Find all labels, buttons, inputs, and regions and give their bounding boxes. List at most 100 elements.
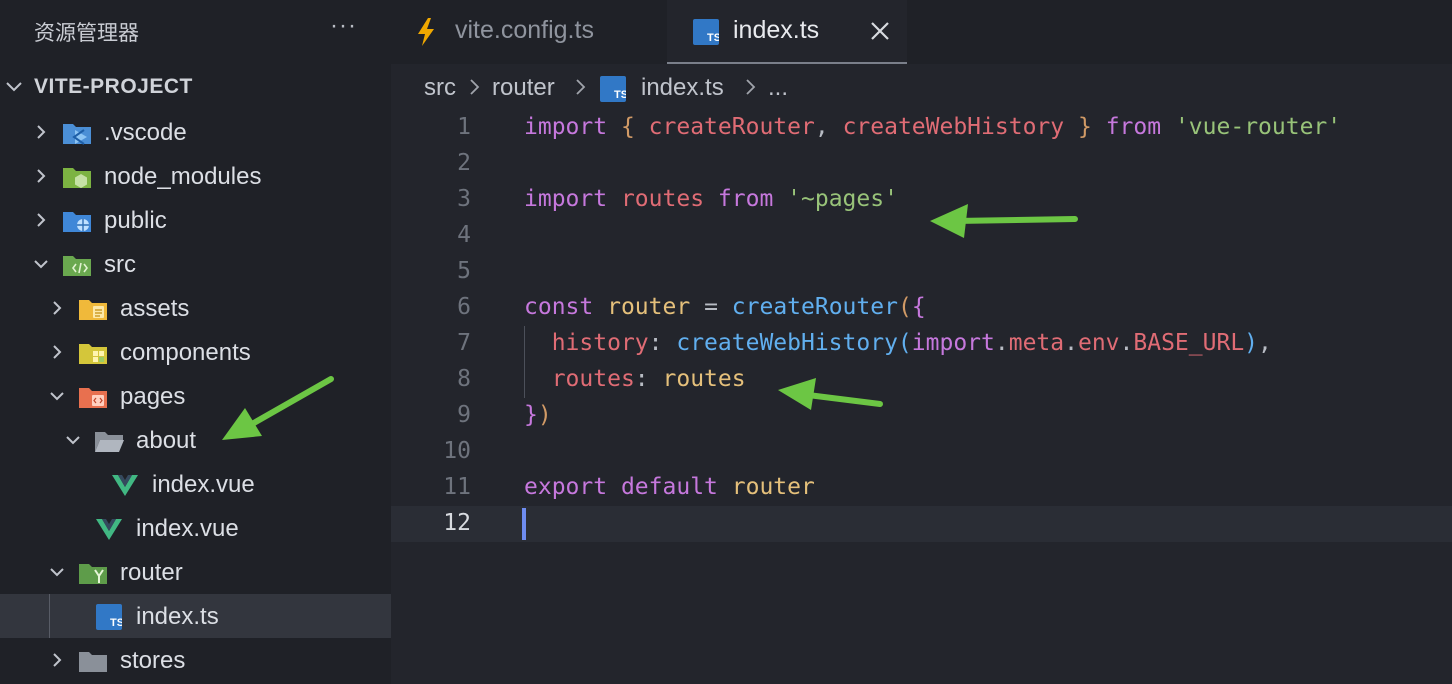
breadcrumb-symbols[interactable]: ... xyxy=(768,74,788,102)
tree-item-label: about xyxy=(136,427,197,454)
tree-item-label: router xyxy=(120,559,183,586)
typescript-file-icon: TS xyxy=(693,19,719,45)
code-text: export default router xyxy=(524,474,815,500)
line-number: 9 xyxy=(457,402,471,428)
tree-item-about-index-vue[interactable]: index.vue xyxy=(0,462,391,506)
svg-text:TS: TS xyxy=(707,32,719,44)
code-line: 11 export default router xyxy=(391,470,1452,506)
tree-item-public[interactable]: public xyxy=(0,198,391,242)
line-number: 12 xyxy=(443,510,471,536)
close-icon[interactable] xyxy=(869,20,891,42)
tree-item-src[interactable]: src xyxy=(0,242,391,286)
globe-folder-icon xyxy=(63,212,91,232)
explorer-title: 资源管理器 xyxy=(34,21,139,45)
components-folder-icon xyxy=(79,344,107,364)
explorer-sidebar: 资源管理器 ··· VITE-PROJECT .vscode node_modu… xyxy=(0,0,391,684)
code-line: 8 routes: routes xyxy=(391,362,1452,398)
chevron-down-icon xyxy=(50,392,64,401)
code-line: 7 history: createWebHistory(import.meta.… xyxy=(391,326,1452,362)
line-number: 5 xyxy=(457,258,471,284)
indent-guide xyxy=(49,594,50,638)
breadcrumb-index-ts[interactable]: index.ts xyxy=(641,74,724,102)
code-editor[interactable]: 1 import { createRouter, createWebHistor… xyxy=(391,110,1452,684)
tree-item-pages-index-vue[interactable]: index.vue xyxy=(0,506,391,550)
breadcrumb-router[interactable]: router xyxy=(492,74,555,102)
line-number: 7 xyxy=(457,330,471,356)
line-number: 2 xyxy=(457,150,471,176)
tree-item-label: index.ts xyxy=(136,603,219,630)
code-line: 6 const router = createRouter({ xyxy=(391,290,1452,326)
line-number: 6 xyxy=(457,294,471,320)
chevron-right-icon xyxy=(576,79,586,95)
tree-item-components[interactable]: components xyxy=(0,330,391,374)
tree-item-label: components xyxy=(120,339,251,366)
tab-label: index.ts xyxy=(733,16,820,44)
folder-open-icon xyxy=(95,432,124,452)
tree-item-pages[interactable]: pages xyxy=(0,374,391,418)
chevron-right-icon xyxy=(37,213,46,227)
line-number: 4 xyxy=(457,222,471,248)
tree-item-node-modules[interactable]: node_modules xyxy=(0,154,391,198)
code-line: 5 xyxy=(391,254,1452,290)
tree-item-label: public xyxy=(104,207,167,234)
tree-item-assets[interactable]: assets xyxy=(0,286,391,330)
breadcrumb-src[interactable]: src xyxy=(424,74,456,102)
folder-icon xyxy=(79,652,107,672)
line-number: 3 xyxy=(457,186,471,212)
code-text: }) xyxy=(524,402,552,428)
tree-item-about[interactable]: about xyxy=(0,418,391,462)
text-cursor xyxy=(522,508,526,540)
vue-file-icon xyxy=(112,475,138,496)
chevron-right-icon xyxy=(37,169,46,183)
svg-text:TS: TS xyxy=(110,617,122,629)
typescript-file-icon: TS xyxy=(600,76,626,102)
chevron-right-icon xyxy=(746,79,756,95)
svg-text:TS: TS xyxy=(614,89,626,101)
vscode-folder-icon xyxy=(63,124,91,145)
tree-item-label: pages xyxy=(120,383,186,410)
tree-item-label: src xyxy=(104,251,136,278)
tree-item-vscode[interactable]: .vscode xyxy=(0,110,391,154)
chevron-right-icon xyxy=(53,301,62,315)
tree-item-stores[interactable]: stores xyxy=(0,638,391,682)
tree-item-label: .vscode xyxy=(104,119,187,146)
explorer-header: 资源管理器 ··· xyxy=(0,0,391,64)
pages-folder-icon xyxy=(79,388,107,408)
tree-item-router-index-ts[interactable]: TS index.ts xyxy=(0,594,391,638)
code-text: import routes from '~pages' xyxy=(524,186,898,212)
chevron-down-icon xyxy=(6,82,22,92)
more-actions-button[interactable]: ··· xyxy=(330,12,357,40)
tree-item-label: index.vue xyxy=(136,515,239,542)
tab-vite-config[interactable]: vite.config.ts xyxy=(391,0,667,64)
code-line: 4 xyxy=(391,218,1452,254)
tree-item-label: node_modules xyxy=(104,163,262,190)
chevron-down-icon xyxy=(50,568,64,577)
code-text: history: createWebHistory(import.meta.en… xyxy=(551,330,1272,356)
chevron-down-icon xyxy=(34,260,48,269)
code-line: 1 import { createRouter, createWebHistor… xyxy=(391,110,1452,146)
chevron-right-icon xyxy=(53,653,62,667)
tab-index-ts[interactable]: TS index.ts xyxy=(667,0,907,64)
code-line-current: 12 xyxy=(391,506,1452,542)
code-text: import { createRouter, createWebHistory … xyxy=(524,114,1342,140)
project-name: VITE-PROJECT xyxy=(34,75,193,98)
tree-item-router[interactable]: router xyxy=(0,550,391,594)
code-text: routes: routes xyxy=(551,366,746,392)
breadcrumb: src router TS index.ts ... xyxy=(391,64,1452,110)
project-root[interactable]: VITE-PROJECT xyxy=(0,66,391,108)
node-folder-icon xyxy=(63,168,91,188)
tree-item-label: index.vue xyxy=(152,471,255,498)
code-text: const router = createRouter({ xyxy=(524,294,926,320)
tab-label: vite.config.ts xyxy=(455,16,594,44)
line-number: 8 xyxy=(457,366,471,392)
editor-tab-bar: vite.config.ts TS index.ts xyxy=(391,0,1452,64)
code-line: 9 }) xyxy=(391,398,1452,434)
typescript-file-icon: TS xyxy=(96,604,122,630)
line-number: 11 xyxy=(443,474,471,500)
vite-lightning-icon xyxy=(418,18,434,46)
src-folder-icon xyxy=(63,256,91,276)
code-line: 3 import routes from '~pages' xyxy=(391,182,1452,218)
chevron-down-icon xyxy=(66,436,80,445)
line-number: 10 xyxy=(443,438,471,464)
tree-item-label: stores xyxy=(120,647,186,674)
